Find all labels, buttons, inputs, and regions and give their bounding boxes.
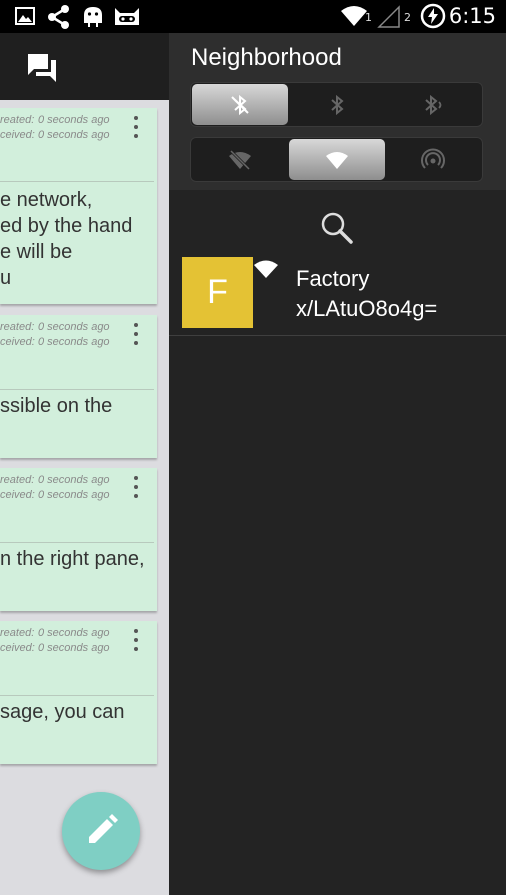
bluetooth-on-button[interactable] [289, 84, 385, 125]
received-label: ceived: [0, 642, 35, 654]
received-meta: ceived: 0 seconds ago [0, 129, 110, 141]
created-label: reated: [0, 627, 35, 639]
cyanogen-notification-icon [115, 8, 139, 25]
message-line: ed by the hand [0, 215, 133, 237]
received-value: 0 seconds ago [38, 642, 110, 654]
received-meta: ceived: 0 seconds ago [0, 336, 110, 348]
wifi-hotspot-button[interactable] [385, 139, 481, 180]
overflow-menu-icon[interactable] [130, 629, 142, 655]
status-bar: 1 2 6:15 [0, 0, 506, 33]
neighborhood-drawer: Neighborhood F Factory x/LAtuO8o4g= [169, 33, 506, 895]
received-value: 0 seconds ago [38, 336, 110, 348]
search-icon[interactable] [320, 211, 354, 245]
overflow-menu-icon[interactable] [130, 476, 142, 502]
overflow-menu-icon[interactable] [130, 323, 142, 349]
wifi-mode-selector [190, 137, 483, 182]
peer-wifi-icon [254, 260, 278, 278]
received-value: 0 seconds ago [38, 129, 110, 141]
peer-avatar: F [182, 257, 253, 328]
message-card[interactable]: reated: 0 seconds ago ceived: 0 seconds ag… [0, 468, 157, 611]
wifi-sub-label: 1 [365, 11, 372, 24]
signal-sub-label: 2 [404, 11, 411, 24]
overflow-menu-icon[interactable] [130, 116, 142, 142]
created-label: reated: [0, 321, 35, 333]
bluetooth-icon [331, 94, 344, 116]
received-label: ceived: [0, 129, 35, 141]
created-meta: reated: 0 seconds ago [0, 474, 110, 486]
received-label: ceived: [0, 489, 35, 501]
received-label: ceived: [0, 336, 35, 348]
message-body: n the right pane, [0, 546, 145, 572]
message-list-pane[interactable]: reated: 0 seconds ago ceived: 0 seconds ag… [0, 33, 169, 895]
peer-list-item[interactable]: F Factory x/LAtuO8o4g= [169, 253, 506, 335]
created-value: 0 seconds ago [38, 627, 110, 639]
conversations-icon[interactable] [26, 52, 58, 84]
received-meta: ceived: 0 seconds ago [0, 489, 110, 501]
message-line: sage, you can [0, 701, 125, 723]
left-toolbar [0, 33, 169, 100]
bluetooth-disabled-icon [231, 94, 249, 116]
peer-name: Factory [296, 266, 370, 291]
clock: 6:15 [448, 4, 496, 28]
message-line: u [0, 267, 12, 289]
message-line: e will be [0, 241, 73, 263]
message-line: n the right pane, [0, 548, 145, 570]
drawer-title: Neighborhood [191, 44, 342, 71]
created-label: reated: [0, 474, 35, 486]
message-line: e network, [0, 189, 93, 211]
wifi-icon [326, 152, 348, 169]
signal-status-icon [377, 5, 400, 28]
compose-button[interactable] [62, 792, 140, 870]
received-meta: ceived: 0 seconds ago [0, 642, 110, 654]
pencil-icon [89, 814, 118, 843]
bluetooth-searching-icon [425, 94, 442, 116]
bluetooth-off-button[interactable] [192, 84, 288, 125]
gallery-notification-icon [15, 7, 35, 25]
bluetooth-discoverable-button[interactable] [385, 84, 481, 125]
created-value: 0 seconds ago [38, 474, 110, 486]
received-value: 0 seconds ago [38, 489, 110, 501]
created-meta: reated: 0 seconds ago [0, 627, 110, 639]
wifi-off-icon [229, 149, 251, 171]
message-card[interactable]: reated: 0 seconds ago ceived: 0 seconds ag… [0, 108, 157, 304]
message-card[interactable]: reated: 0 seconds ago ceived: 0 seconds ag… [0, 621, 157, 764]
message-line: ssible on the [0, 395, 113, 417]
battery-charging-icon [420, 3, 446, 29]
card-divider [0, 542, 154, 543]
drawer-header: Neighborhood [169, 33, 506, 190]
created-meta: reated: 0 seconds ago [0, 114, 110, 126]
message-body: sage, you can [0, 699, 125, 725]
wifi-on-button[interactable] [289, 139, 385, 180]
message-body: e network, ed by the hand e will be u [0, 187, 132, 291]
created-value: 0 seconds ago [38, 321, 110, 333]
wifi-status-icon [341, 6, 367, 26]
card-divider [0, 695, 154, 696]
created-value: 0 seconds ago [38, 114, 110, 126]
hotspot-icon [421, 148, 445, 169]
list-divider [169, 335, 506, 336]
share-notification-icon [48, 5, 69, 29]
card-divider [0, 181, 154, 182]
peer-key: x/LAtuO8o4g= [296, 296, 438, 321]
message-card[interactable]: reated: 0 seconds ago ceived: 0 seconds ag… [0, 315, 157, 458]
created-label: reated: [0, 114, 35, 126]
created-meta: reated: 0 seconds ago [0, 321, 110, 333]
android-notification-icon [84, 7, 102, 27]
card-divider [0, 389, 154, 390]
wifi-off-button[interactable] [192, 139, 288, 180]
message-body: ssible on the [0, 393, 112, 419]
bluetooth-mode-selector [190, 82, 483, 127]
